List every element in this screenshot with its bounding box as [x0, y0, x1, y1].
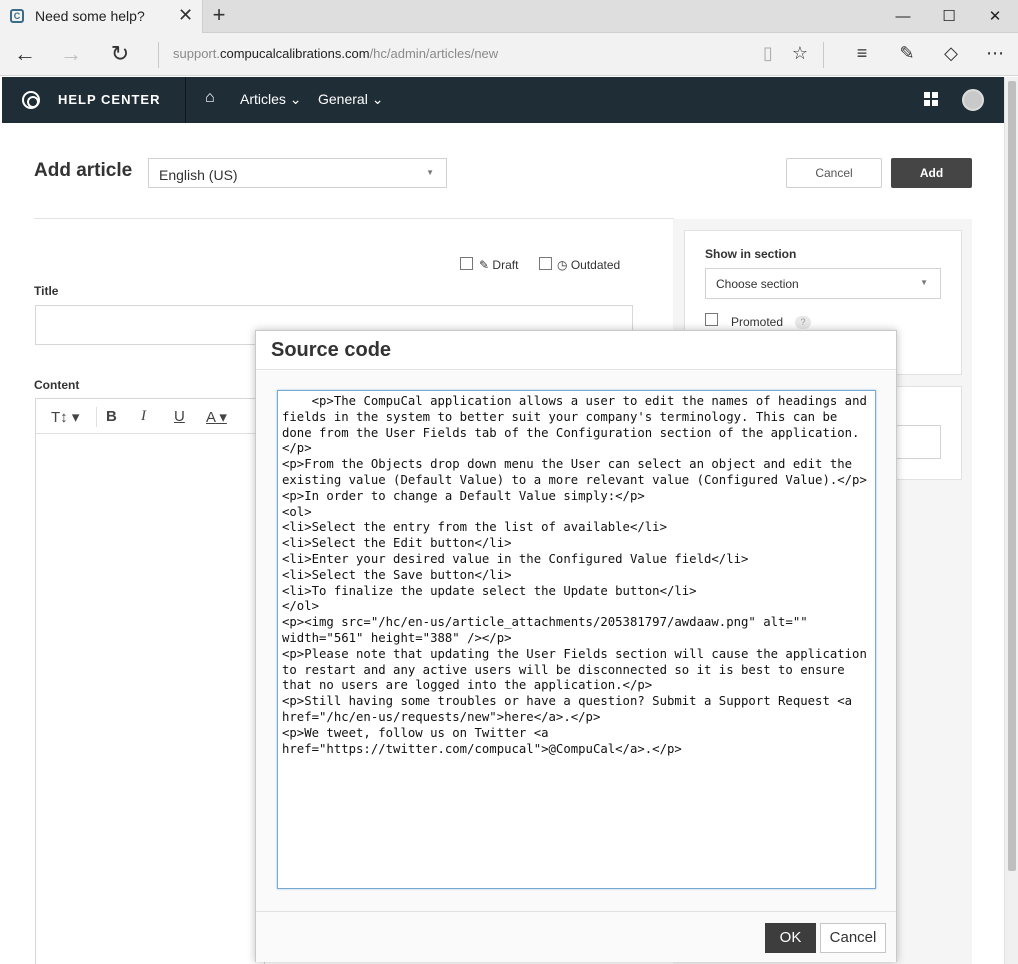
dialog-header: Source code [256, 331, 896, 370]
back-icon[interactable]: ← [12, 41, 38, 67]
cancel-button[interactable]: Cancel [786, 158, 882, 188]
home-icon[interactable]: ⌂ [205, 89, 215, 107]
editor-toolbar: T↕ ▾ B I U A ▾ [36, 399, 264, 434]
outdated-label: ◷ Outdated [557, 258, 620, 272]
divider [34, 218, 674, 219]
refresh-icon[interactable]: ↻ [107, 41, 133, 67]
url-domain: compucalcalibrations.com [219, 46, 370, 61]
dialog-cancel-button[interactable]: Cancel [820, 923, 886, 953]
scroll-thumb[interactable] [1008, 81, 1016, 871]
clock-icon: ◷ [557, 258, 568, 272]
nav-general[interactable]: General ⌄ [318, 91, 383, 108]
promoted-label: Promoted [731, 315, 784, 329]
pencil-icon: ✎ [479, 258, 490, 272]
italic-button[interactable]: I [141, 408, 146, 425]
draft-text: Draft [492, 258, 519, 272]
source-code-dialog: Source code <p>The CompuCal application … [255, 330, 897, 962]
favicon-icon: C [10, 9, 24, 23]
underline-button[interactable]: U [174, 408, 185, 425]
close-window-button[interactable]: ✕ [972, 4, 1018, 29]
text-color-label: A [206, 409, 216, 426]
dropdown-caret-icon: ▼ [920, 278, 928, 287]
forward-icon[interactable]: → [58, 41, 84, 67]
browser-tab-strip: C Need some help? ✕ + — ☐ ✕ [0, 0, 1018, 33]
dropdown-caret-icon: ▼ [426, 168, 434, 177]
help-center-title[interactable]: HELP CENTER [58, 92, 161, 107]
divider [185, 77, 186, 123]
nav-articles-label: Articles [240, 91, 286, 107]
text-color-button[interactable]: A ▾ [206, 408, 227, 426]
avatar[interactable] [962, 89, 984, 111]
locale-select[interactable]: English (US) ▼ [148, 158, 447, 188]
tab-close-icon[interactable]: ✕ [178, 5, 193, 26]
nav-general-label: General [318, 91, 368, 107]
share-icon[interactable]: ◇ [939, 43, 963, 64]
url-path: /hc/admin/articles/new [369, 46, 499, 61]
minimize-button[interactable]: — [880, 4, 926, 29]
web-note-icon[interactable]: ✎ [895, 43, 919, 64]
dialog-title: Source code [271, 339, 392, 361]
help-icon[interactable]: ? [795, 316, 811, 329]
draft-label: ✎ Draft [479, 258, 518, 272]
divider [158, 42, 159, 68]
title-label: Title [34, 284, 59, 298]
more-icon[interactable]: ⋯ [983, 43, 1007, 64]
page-scrollbar[interactable] [1004, 77, 1018, 964]
maximize-button[interactable]: ☐ [926, 4, 972, 29]
hub-icon[interactable]: ≡ [850, 43, 874, 64]
add-button[interactable]: Add [891, 158, 972, 188]
divider [823, 42, 824, 68]
address-bar[interactable]: support.compucalcalibrations.com/hc/admi… [173, 46, 498, 61]
browser-navigation-bar: ← → ↻ support.compucalcalibrations.com/h… [0, 33, 1018, 76]
tab-title: Need some help? [35, 8, 145, 24]
source-code-textarea[interactable]: <p>The CompuCal application allows a use… [277, 390, 876, 889]
outdated-text: Outdated [570, 258, 621, 272]
chevron-down-icon: ⌄ [289, 91, 302, 107]
show-in-section-label: Show in section [705, 247, 797, 261]
section-select-value: Choose section [716, 277, 799, 291]
chevron-down-icon: ⌄ [371, 91, 384, 107]
lifebuoy-icon[interactable] [22, 91, 40, 109]
content-editor[interactable]: T↕ ▾ B I U A ▾ [35, 398, 265, 964]
divider [96, 407, 97, 427]
locale-value: English (US) [159, 167, 238, 183]
section-select[interactable]: Choose section ▼ [705, 268, 941, 299]
new-tab-button[interactable]: + [208, 2, 230, 28]
content-label: Content [34, 378, 80, 392]
bold-button[interactable]: B [106, 408, 117, 425]
secondary-select[interactable] [895, 425, 941, 459]
nav-articles[interactable]: Articles ⌄ [240, 91, 302, 108]
dialog-footer: OK Cancel [256, 911, 896, 962]
outdated-checkbox[interactable] [539, 257, 552, 270]
url-prefix: support. [173, 46, 220, 61]
favorite-star-icon[interactable]: ☆ [788, 43, 812, 64]
browser-tab[interactable]: C Need some help? ✕ [0, 0, 203, 33]
reading-view-icon[interactable]: ▯ [756, 43, 780, 64]
promoted-checkbox[interactable] [705, 313, 718, 326]
apps-grid-icon[interactable] [924, 92, 938, 106]
text-size-button[interactable]: T↕ ▾ [51, 408, 79, 426]
ok-button[interactable]: OK [765, 923, 816, 953]
page-title: Add article [34, 160, 133, 181]
help-center-header: HELP CENTER ⌂ Articles ⌄ General ⌄ [2, 77, 1004, 123]
text-size-label: T↕ [51, 409, 68, 426]
draft-checkbox[interactable] [460, 257, 473, 270]
